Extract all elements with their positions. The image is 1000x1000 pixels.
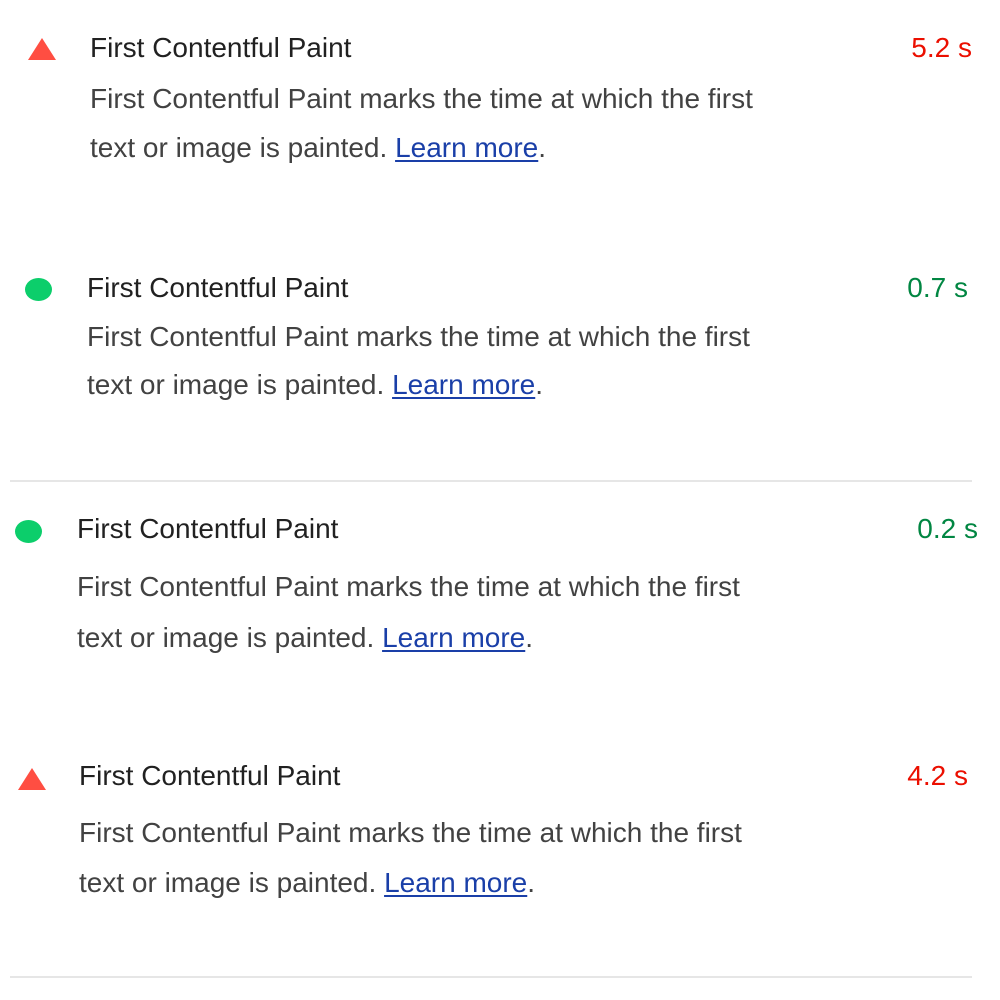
- triangle-warning-icon: [28, 38, 56, 60]
- audit-value: 4.2 s: [907, 760, 968, 791]
- circle-pass-icon: [25, 278, 52, 301]
- audit-description: First Contentful Paint marks the time at…: [79, 808, 779, 908]
- audit-title: First Contentful Paint: [79, 760, 341, 791]
- audit-title: First Contentful Paint: [77, 513, 339, 544]
- audit-description-period: .: [527, 867, 536, 898]
- audit-title: First Contentful Paint: [87, 272, 349, 303]
- audit-description: First Contentful Paint marks the time at…: [77, 561, 777, 663]
- audit-value: 5.2 s: [911, 32, 972, 63]
- audit-description-period: .: [538, 132, 547, 163]
- audit-description: First Contentful Paint marks the time at…: [87, 313, 787, 409]
- learn-more-link[interactable]: Learn more: [382, 622, 525, 653]
- divider: [10, 976, 972, 978]
- triangle-warning-icon: [18, 768, 46, 790]
- learn-more-link[interactable]: Learn more: [392, 369, 535, 400]
- learn-more-link[interactable]: Learn more: [384, 867, 527, 898]
- audit-value: 0.2 s: [917, 513, 978, 544]
- audit-description-period: .: [535, 369, 544, 400]
- divider: [10, 480, 972, 482]
- audit-description: First Contentful Paint marks the time at…: [90, 74, 790, 172]
- circle-pass-icon: [15, 520, 42, 543]
- audit-description-period: .: [525, 622, 534, 653]
- audit-value: 0.7 s: [907, 272, 968, 303]
- audit-title: First Contentful Paint: [90, 32, 352, 63]
- learn-more-link[interactable]: Learn more: [395, 132, 538, 163]
